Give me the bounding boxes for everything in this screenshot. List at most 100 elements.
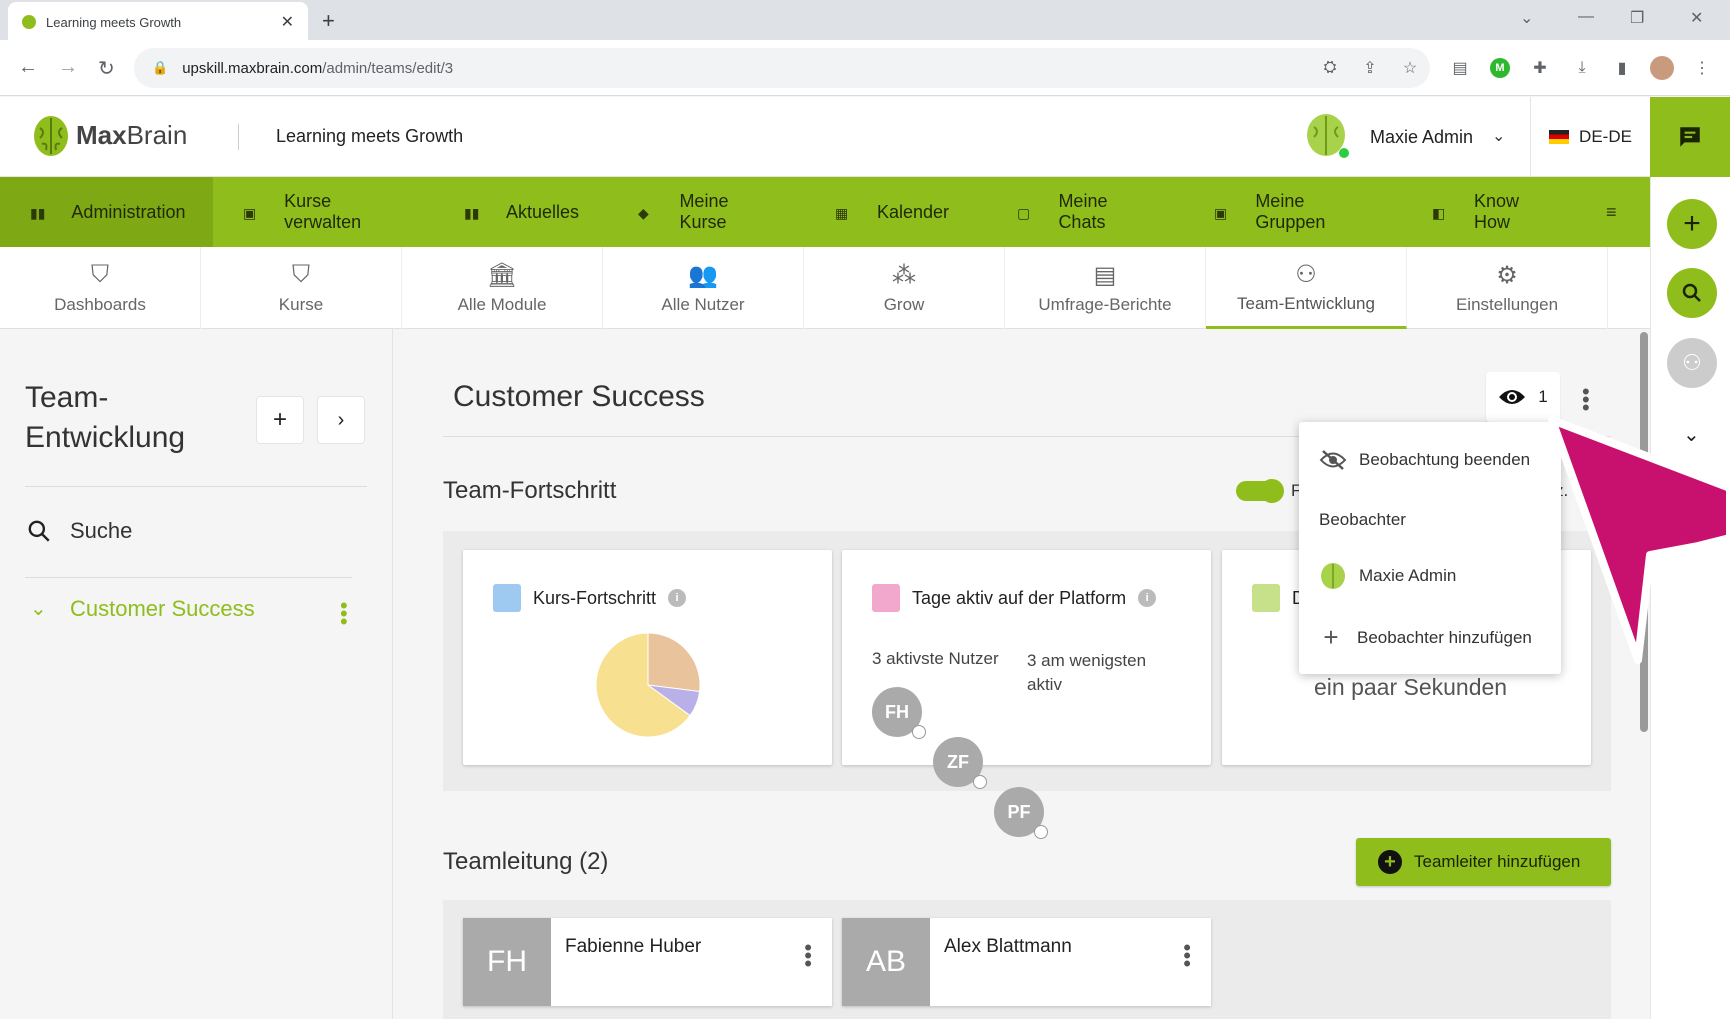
url-path: /admin/teams/edit/3 <box>322 59 454 77</box>
brain-logo-icon[interactable] <box>32 114 70 158</box>
team-lead-card[interactable]: AB Alex Blattmann • • • <box>842 918 1211 1006</box>
main-nav: ▮▮ Administration ▣ Kurse verwalten ▮▮ Aktu… <box>0 177 1650 247</box>
touch-icon <box>872 584 900 612</box>
add-team-button[interactable]: + <box>256 396 304 444</box>
nav-kalender[interactable]: ▦ Kalender <box>805 177 987 247</box>
team-icon: ⚇ <box>1295 260 1317 288</box>
extension-icon[interactable]: ▤ <box>1448 56 1472 80</box>
tab-einstellungen[interactable]: ⚙ Einstellungen <box>1407 247 1608 329</box>
share-icon[interactable]: ⇪ <box>1358 56 1382 80</box>
id-card-icon: ▣ <box>1214 205 1228 221</box>
tab-kurse[interactable]: ⛉ Kurse <box>201 247 402 329</box>
close-tab-icon[interactable]: ✕ <box>281 12 294 32</box>
id-card-icon: ▣ <box>243 205 257 221</box>
lock-icon: 🔒 <box>152 60 169 75</box>
close-window-icon[interactable]: ✕ <box>1690 8 1703 28</box>
info-icon[interactable]: i <box>1138 589 1157 607</box>
nav-more-icon[interactable]: ≡ <box>1588 177 1648 247</box>
avatar[interactable]: FH <box>872 687 926 739</box>
avatar[interactable]: PF <box>994 787 1048 839</box>
tab-alle-module[interactable]: 🏛 Alle Module <box>402 247 603 329</box>
nav-administration[interactable]: ▮▮ Administration <box>0 177 213 247</box>
nav-meine-gruppen[interactable]: ▣ Meine Gruppen <box>1184 177 1402 247</box>
eye-icon <box>1499 390 1526 404</box>
groups-button[interactable]: ⚇ <box>1667 338 1717 388</box>
sidebar-item-customer-success[interactable]: Customer Success <box>70 596 255 622</box>
side-panel-icon[interactable]: ▮ <box>1610 56 1634 80</box>
lead-options-kebab-icon[interactable]: • • • <box>804 918 832 1006</box>
translate-icon[interactable]: ⛭ <box>1318 56 1342 80</box>
back-arrow-icon[interactable]: ← <box>18 56 38 79</box>
page-title: Customer Success <box>453 380 705 413</box>
team-leads-heading: Teamleitung (2) <box>443 848 609 875</box>
page-options-kebab-icon[interactable]: • • • <box>1582 381 1590 419</box>
german-flag-icon <box>1549 130 1570 144</box>
search-icon[interactable] <box>26 518 52 544</box>
chevron-down-icon[interactable]: ⌄ <box>30 596 47 621</box>
active-days-card: Tage aktiv auf der Platform i 3 aktivste… <box>842 550 1211 839</box>
new-tab-button[interactable]: + <box>322 8 335 34</box>
team-options-kebab-icon[interactable]: • • • <box>340 595 348 633</box>
observer-count: 1 <box>1538 387 1548 406</box>
user-name[interactable]: Maxie Admin <box>1370 127 1473 148</box>
tab-dashboards[interactable]: ⛉ Dashboards <box>0 247 201 329</box>
tab-alle-nutzer[interactable]: 👥 Alle Nutzer <box>603 247 804 329</box>
courses-icon: ⛉ <box>292 261 310 288</box>
nav-meine-kurse[interactable]: ◆ Meine Kurse <box>608 177 805 247</box>
search-icon <box>1682 283 1701 302</box>
browser-menu-icon[interactable]: ⋮ <box>1690 56 1714 80</box>
most-active-label: 3 aktivste Nutzer <box>872 649 999 668</box>
add-team-lead-button[interactable]: + Teamleiter hinzufügen <box>1356 838 1611 886</box>
gears-icon: ⚙ <box>1496 262 1518 289</box>
collapse-sidebar-button[interactable]: › <box>317 396 365 444</box>
nav-kurse-verwalten[interactable]: ▣ Kurse verwalten <box>213 177 434 247</box>
bookmark-star-icon[interactable]: ☆ <box>1398 56 1422 80</box>
sidebar-search[interactable]: Suche <box>70 518 132 544</box>
plus-icon: + <box>272 406 287 433</box>
extension-m-icon[interactable]: M <box>1488 56 1512 80</box>
group-icon: ⁂ <box>892 262 916 289</box>
eye-off-icon <box>1319 450 1347 470</box>
add-button[interactable]: + <box>1667 199 1717 249</box>
logo-text[interactable]: MaxBrain <box>76 120 187 151</box>
stop-observing-item[interactable]: Beobachtung beenden <box>1319 450 1530 470</box>
header-title: Learning meets Growth <box>276 126 464 146</box>
profile-avatar[interactable] <box>1650 56 1674 80</box>
puzzle-icon[interactable]: ✚ <box>1528 56 1552 80</box>
user-menu-chevron-icon[interactable]: ⌄ <box>1492 126 1505 146</box>
team-lead-card[interactable]: FH Fabienne Huber • • • <box>463 918 832 1006</box>
tab-team-entwicklung[interactable]: ⚇ Team-Entwicklung <box>1206 247 1407 329</box>
forward-arrow-icon[interactable]: → <box>58 56 78 79</box>
restore-window-icon[interactable]: ❐ <box>1630 8 1644 28</box>
nav-aktuelles[interactable]: ▮▮ Aktuelles <box>434 177 608 247</box>
download-icon[interactable]: ⤓ <box>1570 56 1594 80</box>
lead-options-kebab-icon[interactable]: • • • <box>1183 918 1211 1006</box>
search-button[interactable] <box>1667 268 1717 318</box>
address-bar[interactable]: 🔒 upskill.maxbrain.com/admin/teams/edit/… <box>134 48 1430 88</box>
last-activity-value: ein paar Sekunden <box>1314 674 1508 700</box>
tab-umfrage-berichte[interactable]: ▤ Umfrage-Berichte <box>1005 247 1206 329</box>
course-progress-pie <box>595 632 701 738</box>
book-open-icon: ◧ <box>1432 205 1446 221</box>
chevron-down-icon[interactable]: ⌄ <box>1520 8 1533 28</box>
browser-tab[interactable]: Learning meets Growth ✕ <box>8 2 308 42</box>
add-observer-item[interactable]: + Beobachter hinzufügen <box>1319 622 1531 653</box>
language-selector[interactable]: DE-DE <box>1530 97 1650 177</box>
avatar[interactable]: ZF <box>933 737 987 789</box>
sidebar-title: Team- Entwicklung <box>25 381 186 454</box>
nav-meine-chats[interactable]: ▢ Meine Chats <box>987 177 1184 247</box>
progress-toggle[interactable] <box>1236 479 1284 503</box>
tab-grow[interactable]: ⁂ Grow <box>804 247 1005 329</box>
chat-button[interactable] <box>1650 97 1730 177</box>
reload-icon[interactable]: ↻ <box>98 56 115 81</box>
book-icon: ▮▮ <box>30 205 46 221</box>
user-avatar[interactable] <box>1304 113 1350 159</box>
minimize-window-icon[interactable]: — <box>1578 8 1594 26</box>
nav-know-how[interactable]: ◧ Know How <box>1402 177 1588 247</box>
observer-item[interactable]: Maxie Admin <box>1319 562 1456 590</box>
chat-icon <box>1680 127 1700 147</box>
info-icon[interactable]: i <box>668 589 687 607</box>
browser-tab-title: Learning meets Growth <box>46 14 182 30</box>
chevron-right-icon: › <box>337 408 345 431</box>
least-active-label: 3 am wenigsten aktiv <box>1027 651 1147 694</box>
